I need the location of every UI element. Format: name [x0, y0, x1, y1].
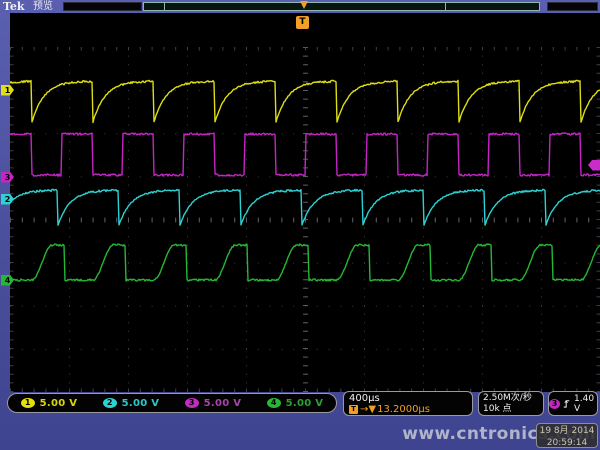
- trigger-t-icon: T: [349, 405, 358, 414]
- trigger-level: 1.40 V: [574, 394, 597, 414]
- trigger-position-marker: [300, 1, 308, 9]
- channel-1-scale: 5.00 V: [40, 398, 78, 409]
- delay-value: 13.2000μs: [377, 404, 430, 415]
- sample-rate: 2.50M次/秒: [483, 393, 539, 404]
- time-per-div: 400μs: [349, 393, 467, 404]
- horizontal-readout-box: 400μs T →▼ 13.2000μs: [343, 391, 473, 416]
- delay-arrow-icon: →▼: [360, 404, 376, 415]
- trigger-channel-badge: 3: [549, 399, 560, 409]
- top-bar: Tek 预览: [0, 0, 600, 13]
- delay-readout: T →▼ 13.2000μs: [349, 404, 467, 415]
- channel-1-readout: 1 5.00 V: [8, 398, 90, 409]
- record-window-bracket-left: [164, 3, 165, 10]
- channel-4-readout: 4 5.00 V: [254, 398, 336, 409]
- channel-2-readout: 2 5.00 V: [90, 398, 172, 409]
- graticule-and-waveforms: [10, 47, 600, 392]
- trigger-slope-icon: [563, 397, 571, 410]
- tek-logo: Tek: [3, 0, 25, 13]
- channel-scale-readout-box: 1 5.00 V 2 5.00 V 3 5.00 V 4 5.00 V: [7, 393, 337, 413]
- channel-3-scale: 5.00 V: [204, 398, 242, 409]
- record-view-bar: [143, 2, 540, 11]
- preview-mode-label: 预览: [33, 0, 53, 13]
- waveform-display: [10, 13, 600, 392]
- channel-3-readout: 3 5.00 V: [172, 398, 254, 409]
- ch3-waveform: [10, 133, 600, 176]
- record-window-bracket-right: [445, 3, 446, 10]
- channel-2-scale: 5.00 V: [122, 398, 160, 409]
- channel-4-badge: 4: [267, 398, 281, 408]
- channel-4-scale: 5.00 V: [286, 398, 324, 409]
- date-text: 19 8月 2014: [537, 425, 597, 437]
- channel-3-badge: 3: [185, 398, 199, 408]
- datetime-box: 19 8月 2014 20:59:14: [536, 423, 598, 448]
- trigger-flag: T: [296, 16, 309, 29]
- top-right-box: [547, 2, 598, 11]
- channel-2-badge: 2: [103, 398, 117, 408]
- trigger-readout-box: 3 1.40 V: [548, 391, 598, 416]
- channel-1-badge: 1: [21, 398, 35, 408]
- record-length: 10k 点: [483, 404, 539, 415]
- acquisition-readout-box: 2.50M次/秒 10k 点: [478, 391, 544, 416]
- top-left-box: [63, 2, 142, 11]
- time-text: 20:59:14: [537, 437, 597, 449]
- readout-bar: 1 5.00 V 2 5.00 V 3 5.00 V 4 5.00 V 400μs T →▼ …: [0, 391, 600, 417]
